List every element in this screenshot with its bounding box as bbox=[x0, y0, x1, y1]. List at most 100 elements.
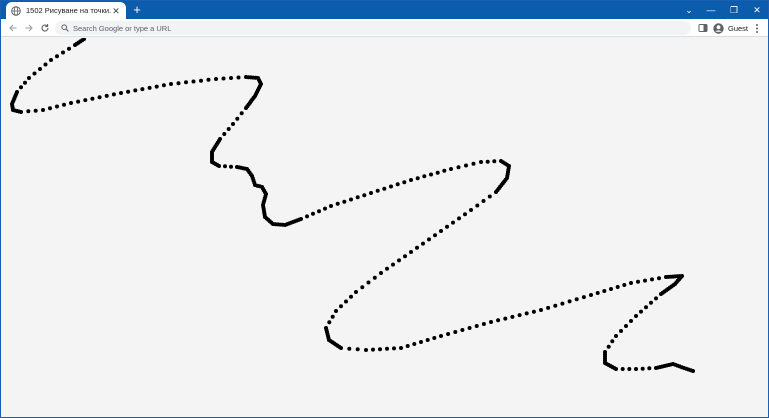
title-bar: 1502 Рисуване на точки.html ✕ + ⌄ — ❐ ✕ bbox=[1, 1, 768, 19]
drawn-dot bbox=[475, 203, 480, 208]
restore-icon[interactable]: ❐ bbox=[723, 1, 745, 19]
drawn-dot bbox=[299, 217, 303, 221]
drawn-dot bbox=[375, 188, 380, 193]
drawn-dot bbox=[305, 214, 309, 219]
drawn-dot bbox=[435, 170, 440, 175]
drawn-dot bbox=[469, 208, 473, 212]
drawn-dot bbox=[403, 254, 407, 259]
drawn-dot bbox=[119, 91, 123, 95]
drawn-dot bbox=[402, 180, 407, 185]
drawn-dot bbox=[385, 266, 389, 271]
drawn-dot bbox=[69, 101, 73, 105]
drawn-dot bbox=[539, 308, 543, 312]
drawn-dot bbox=[147, 85, 152, 90]
drawn-dot bbox=[451, 220, 455, 225]
drawn-dot bbox=[602, 289, 607, 293]
drawn-dot bbox=[41, 108, 45, 112]
drawn-dot bbox=[67, 46, 71, 51]
drawn-dot bbox=[371, 347, 375, 352]
drawn-dot bbox=[26, 109, 31, 114]
plus-icon[interactable]: + bbox=[130, 3, 144, 17]
drawn-dot bbox=[355, 195, 360, 200]
drawn-dot bbox=[206, 77, 211, 82]
drawn-dot bbox=[422, 174, 427, 179]
back-arrow-icon[interactable] bbox=[6, 21, 20, 35]
drawn-dot bbox=[344, 299, 348, 304]
profile-icon bbox=[713, 22, 724, 34]
drawn-dot bbox=[19, 110, 23, 114]
drawn-dot bbox=[311, 211, 315, 216]
drawn-dot bbox=[432, 336, 437, 340]
drawn-dot bbox=[622, 283, 627, 287]
drawn-dot bbox=[354, 290, 358, 294]
window-close-icon[interactable]: ✕ bbox=[746, 1, 768, 19]
drawn-dot bbox=[627, 367, 632, 371]
drawn-dot bbox=[347, 346, 352, 351]
profile-button[interactable]: Guest bbox=[713, 21, 748, 35]
drawn-dot bbox=[531, 309, 536, 314]
drawn-dot bbox=[524, 311, 529, 316]
drawn-dot bbox=[446, 332, 451, 336]
drawn-dot bbox=[427, 237, 431, 242]
drawn-dot bbox=[397, 258, 401, 263]
drawn-dot bbox=[517, 313, 522, 318]
drawn-dot bbox=[217, 164, 221, 168]
drawn-dot bbox=[32, 71, 37, 76]
drawn-dot bbox=[442, 168, 447, 173]
profile-label: Guest bbox=[728, 23, 749, 33]
drawn-dot bbox=[589, 293, 593, 297]
drawn-dot bbox=[133, 88, 138, 93]
drawn-dot bbox=[76, 99, 81, 104]
kebab-menu-icon[interactable] bbox=[753, 22, 761, 34]
drawn-dot bbox=[385, 346, 389, 351]
drawn-dot bbox=[90, 96, 95, 101]
drawn-dot bbox=[48, 106, 52, 111]
tab-active[interactable]: 1502 Рисуване на точки.html ✕ bbox=[6, 2, 126, 19]
drawn-dot bbox=[199, 78, 203, 83]
close-icon[interactable]: ✕ bbox=[111, 6, 121, 16]
drawn-dot bbox=[546, 305, 551, 310]
browser-toolbar: Search Google or type a URL Guest bbox=[1, 19, 768, 37]
drawn-dot bbox=[229, 164, 233, 169]
drawn-dot bbox=[339, 304, 343, 309]
drawn-dot bbox=[445, 224, 449, 229]
drawn-dot bbox=[104, 93, 109, 98]
drawn-dot bbox=[415, 245, 419, 250]
drawn-dot bbox=[453, 330, 458, 334]
drawn-dot bbox=[503, 316, 508, 321]
drawing-canvas[interactable] bbox=[1, 38, 768, 417]
search-input[interactable]: Search Google or type a URL bbox=[73, 24, 171, 33]
drawn-dot bbox=[126, 89, 131, 94]
drawn-dot bbox=[581, 295, 586, 300]
drawn-dot bbox=[620, 367, 625, 371]
globe-icon bbox=[11, 5, 21, 16]
drawn-dot bbox=[643, 278, 647, 283]
drawn-dot bbox=[614, 334, 618, 338]
drawn-dot bbox=[439, 334, 443, 338]
reload-icon[interactable] bbox=[38, 21, 52, 35]
drawn-dot bbox=[154, 84, 159, 89]
minimize-icon[interactable]: — bbox=[700, 1, 722, 19]
address-bar[interactable]: Search Google or type a URL bbox=[55, 21, 691, 35]
drawn-dot bbox=[492, 159, 497, 164]
drawn-dot bbox=[433, 233, 437, 238]
chevron-down-icon[interactable]: ⌄ bbox=[678, 1, 700, 19]
dot-drawing bbox=[10, 38, 695, 373]
drawn-dot bbox=[62, 102, 66, 107]
drawn-dot bbox=[33, 108, 38, 113]
drawn-dot bbox=[222, 132, 227, 136]
forward-arrow-icon[interactable] bbox=[22, 21, 36, 35]
drawn-dot bbox=[83, 98, 88, 103]
drawn-dot bbox=[330, 314, 335, 319]
drawn-dot bbox=[464, 163, 468, 168]
side-panel-icon[interactable] bbox=[698, 23, 708, 33]
drawn-dot bbox=[329, 204, 333, 208]
drawn-dot bbox=[650, 277, 654, 282]
drawn-dot bbox=[619, 329, 623, 333]
drawn-dot bbox=[481, 322, 486, 326]
drawn-dot bbox=[614, 367, 618, 371]
tab-title: 1502 Рисуване на точки.html bbox=[26, 6, 111, 15]
drawn-dot bbox=[629, 319, 633, 323]
drawn-dot bbox=[43, 62, 48, 67]
drawn-dot bbox=[471, 161, 476, 166]
